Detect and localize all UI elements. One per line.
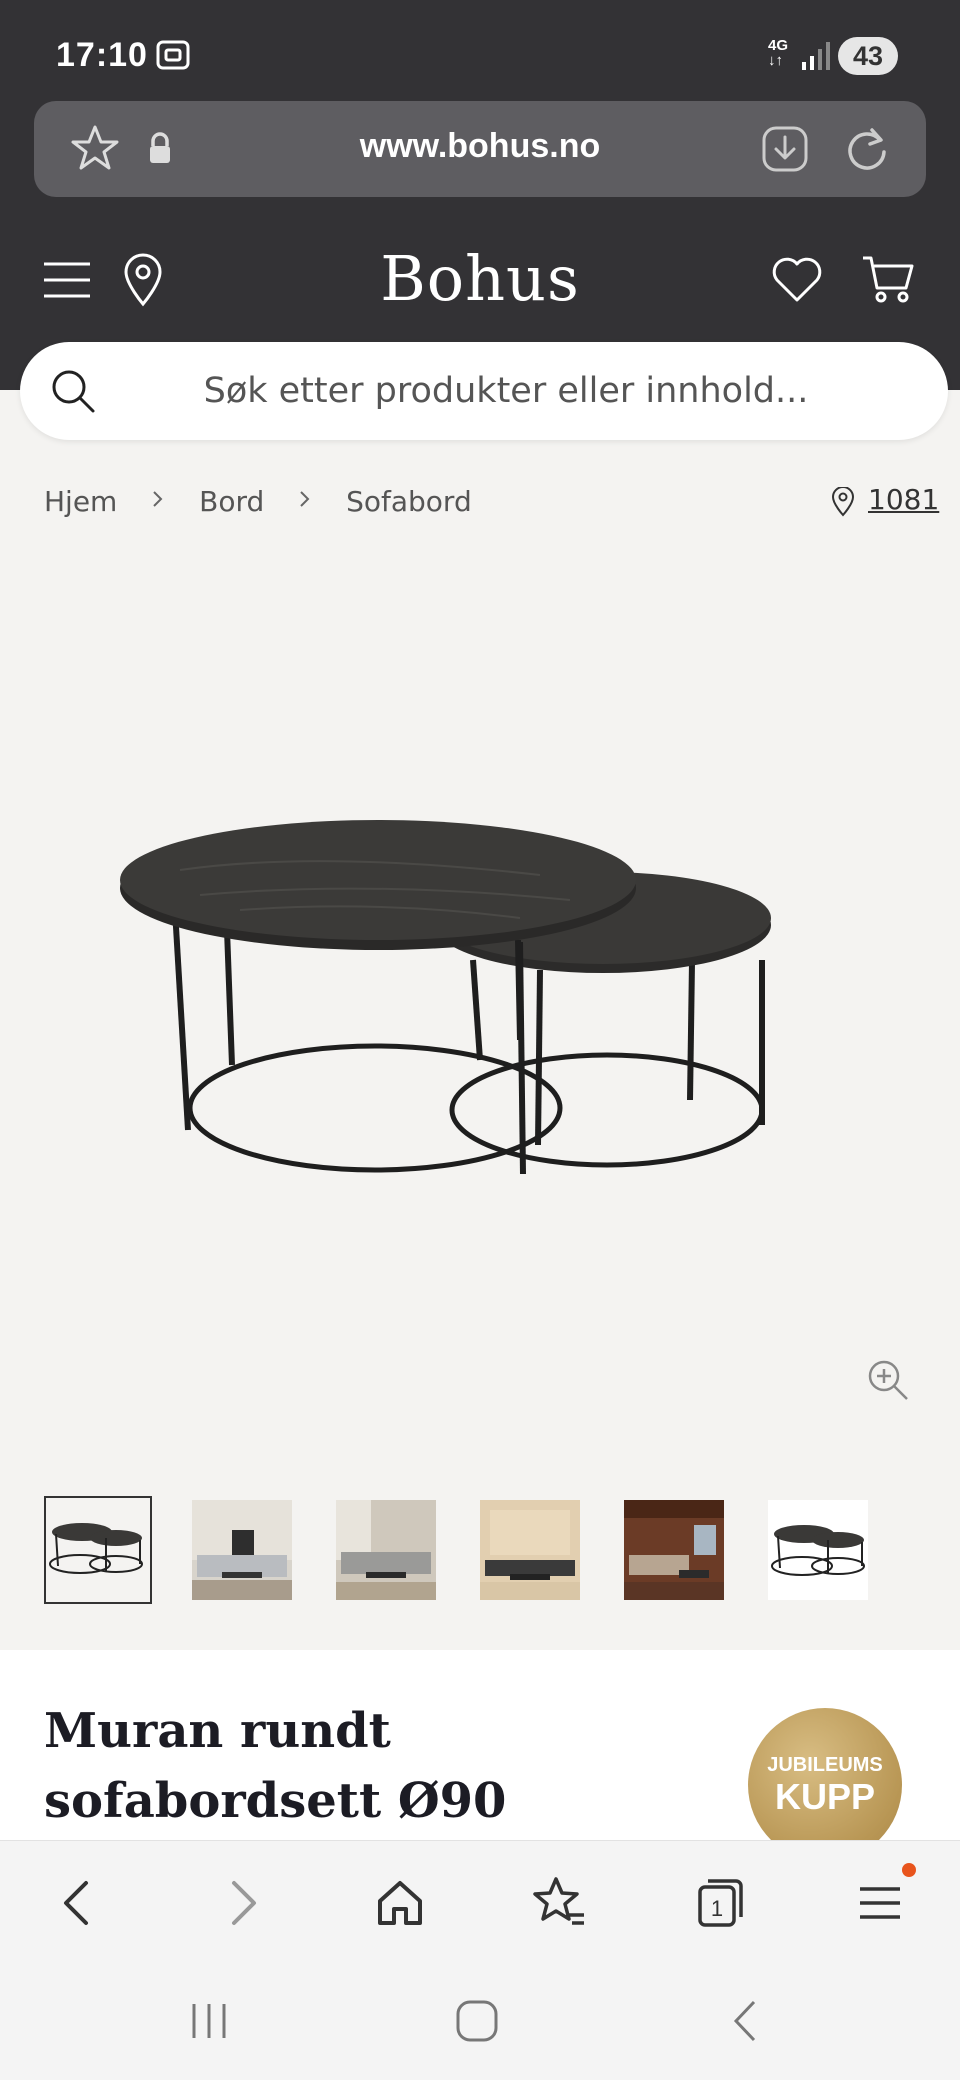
thumbnail-image: [768, 1500, 868, 1600]
chevron-right-icon: [153, 491, 163, 507]
chevron-right-icon: [300, 491, 310, 507]
product-info: Muran rundt sofabordsett Ø90 JUBILEUMS K…: [0, 1650, 960, 1862]
shopping-cart-icon[interactable]: [860, 252, 916, 306]
system-navigation-bar: [0, 1960, 960, 2080]
battery-indicator: 43: [838, 37, 898, 75]
thumbnail-image: [46, 1498, 150, 1602]
product-image[interactable]: [120, 800, 840, 1220]
search-input[interactable]: [116, 342, 896, 440]
thumbnail-image: [480, 1500, 580, 1600]
svg-text:1: 1: [711, 1896, 723, 1921]
home-icon[interactable]: [372, 1875, 428, 1931]
thumbnail-3[interactable]: [336, 1500, 436, 1600]
browser-menu-icon[interactable]: [852, 1875, 908, 1931]
screenshot-icon: [156, 40, 190, 70]
back-arrow-icon[interactable]: [50, 1875, 106, 1931]
system-back-icon[interactable]: [722, 1996, 772, 2046]
breadcrumb-item-sofabord[interactable]: Sofabord: [346, 485, 472, 518]
thumbnail-image: [336, 1500, 436, 1600]
notification-dot: [902, 1863, 916, 1877]
breadcrumb-item-bord[interactable]: Bord: [199, 485, 264, 518]
wishlist-heart-icon[interactable]: [770, 254, 824, 304]
thumbnail-1[interactable]: [44, 1496, 152, 1604]
breadcrumb-item-home[interactable]: Hjem: [44, 485, 117, 518]
badge-line2: KUPP: [774, 1776, 876, 1817]
postcode-link[interactable]: 1081: [868, 483, 939, 516]
thumbnail-4[interactable]: [480, 1500, 580, 1600]
download-icon[interactable]: [760, 124, 810, 174]
location-pin-icon: [831, 487, 855, 517]
address-bar[interactable]: www.bohus.no: [34, 101, 926, 197]
site-header: Bohus: [0, 230, 960, 330]
thumbnail-image: [192, 1500, 292, 1600]
search-icon[interactable]: [48, 366, 98, 416]
status-bar: 17:10 4G ↓↑ 43: [0, 0, 960, 100]
thumbnail-6[interactable]: [768, 1500, 868, 1600]
network-indicator: 4G ↓↑: [768, 37, 789, 69]
breadcrumb: Hjem Bord Sofabord: [44, 483, 472, 518]
product-title: Muran rundt sofabordsett Ø90: [44, 1703, 507, 1829]
thumbnail-strip: [44, 1496, 924, 1606]
status-time: 17:10: [56, 36, 148, 74]
forward-arrow-icon[interactable]: [214, 1875, 270, 1931]
bookmarks-icon[interactable]: [532, 1875, 588, 1931]
zoom-in-icon[interactable]: [866, 1358, 910, 1402]
thumbnail-5[interactable]: [624, 1500, 724, 1600]
home-button-icon[interactable]: [452, 1996, 502, 2046]
signal-icon: [802, 42, 830, 70]
browser-toolbar: 1: [0, 1840, 960, 1960]
recent-apps-icon[interactable]: [184, 1996, 234, 2046]
thumbnail-image: [624, 1500, 724, 1600]
badge-line1: JUBILEUMS: [767, 1754, 883, 1776]
tabs-icon[interactable]: 1: [692, 1875, 748, 1931]
search-bar[interactable]: [20, 342, 948, 440]
thumbnail-2[interactable]: [192, 1500, 292, 1600]
reload-icon[interactable]: [842, 124, 892, 174]
jubileums-kupp-badge: JUBILEUMS KUPP: [748, 1708, 902, 1862]
